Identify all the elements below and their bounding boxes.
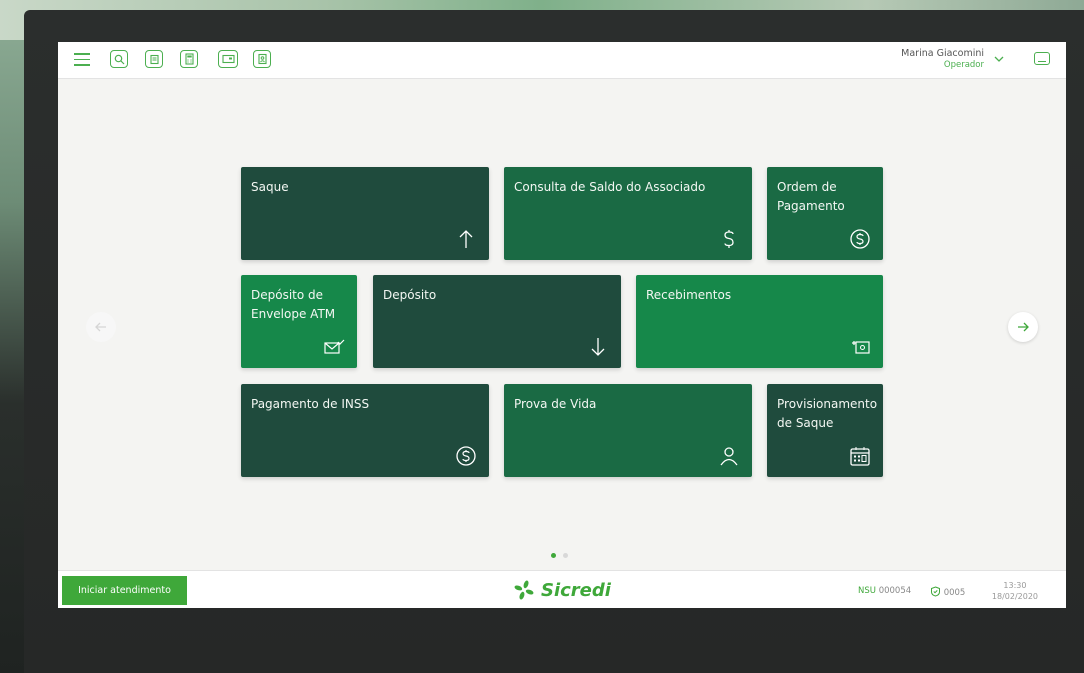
shield-check-icon	[931, 586, 940, 597]
arrow-up-icon	[459, 230, 473, 248]
tile-consulta-saldo[interactable]: Consulta de Saldo do Associado	[504, 167, 752, 260]
menu-icon[interactable]	[74, 53, 90, 66]
start-service-button[interactable]: Iniciar atendimento	[62, 576, 187, 605]
time: 13:30	[1003, 581, 1027, 590]
tile-provisionamento-saque[interactable]: Provisionamento de Saque	[767, 384, 883, 477]
coin-icon	[850, 229, 870, 249]
page-dot-active[interactable]	[551, 553, 556, 558]
brand-logo: Sicredi	[513, 578, 611, 602]
top-bar: Marina Giacomini Operador	[58, 42, 1066, 79]
tile-label: Recebimentos	[646, 288, 732, 302]
user-role: Operador	[943, 60, 984, 70]
receipt-icon[interactable]	[145, 50, 163, 68]
tile-recebimentos[interactable]: Recebimentos	[636, 275, 883, 368]
chevron-down-icon[interactable]	[992, 52, 1006, 66]
tile-ordem-pagamento[interactable]: Ordem de Pagamento	[767, 167, 883, 260]
tile-label: Consulta de Saldo do Associado	[514, 180, 706, 194]
tile-label: Ordem de Pagamento	[777, 180, 845, 213]
pagination-dots	[551, 543, 575, 562]
brand-name: Sicredi	[541, 579, 611, 601]
search-icon[interactable]	[110, 50, 128, 68]
user-name: Marina Giacomini	[901, 48, 984, 59]
tile-saque[interactable]: Saque	[241, 167, 489, 260]
tile-label: Depósito	[383, 288, 437, 302]
envelope-check-icon	[324, 339, 345, 354]
dollar-icon	[724, 230, 734, 248]
nsu-value: 000054	[878, 586, 912, 596]
clock: 13:30 18/02/2020	[992, 580, 1038, 602]
agency-code: 0005	[943, 588, 966, 598]
tile-label: Saque	[251, 180, 289, 194]
agency-info: 0005	[930, 586, 965, 598]
tile-pagamento-inss[interactable]: Pagamento de INSS	[241, 384, 489, 477]
previous-page-button[interactable]	[86, 312, 116, 342]
cash-plus-icon	[852, 341, 870, 354]
tile-label: Provisionamento de Saque	[777, 397, 878, 430]
keyboard-icon[interactable]	[1034, 52, 1050, 65]
page-dot[interactable]	[563, 553, 568, 558]
app-screen: Marina Giacomini Operador Saque Consulta…	[58, 42, 1066, 608]
next-page-button[interactable]	[1008, 312, 1038, 342]
arrow-down-icon	[591, 338, 605, 356]
date: 18/02/2020	[991, 592, 1038, 601]
tile-prova-vida[interactable]: Prova de Vida	[504, 384, 752, 477]
calculator-icon[interactable]	[180, 50, 198, 68]
footer-bar: Iniciar atendimento Sicredi NSU 000054 0…	[58, 570, 1066, 608]
tile-deposito-envelope[interactable]: Depósito de Envelope ATM	[241, 275, 357, 368]
arrow-right-icon	[1018, 322, 1029, 332]
tile-label: Prova de Vida	[514, 397, 597, 411]
sicredi-logo-icon	[514, 580, 534, 600]
coin-icon	[456, 446, 476, 466]
nsu-label: NSU	[858, 586, 876, 596]
tile-label: Depósito de Envelope ATM	[251, 288, 336, 321]
badge-icon[interactable]	[253, 50, 271, 68]
tile-label: Pagamento de INSS	[251, 397, 370, 411]
arrow-left-icon	[95, 322, 106, 332]
tile-deposito[interactable]: Depósito	[373, 275, 621, 368]
nsu-info: NSU 000054	[858, 586, 911, 596]
calendar-icon	[850, 447, 870, 466]
card-icon[interactable]	[218, 50, 238, 68]
person-icon	[720, 447, 738, 466]
